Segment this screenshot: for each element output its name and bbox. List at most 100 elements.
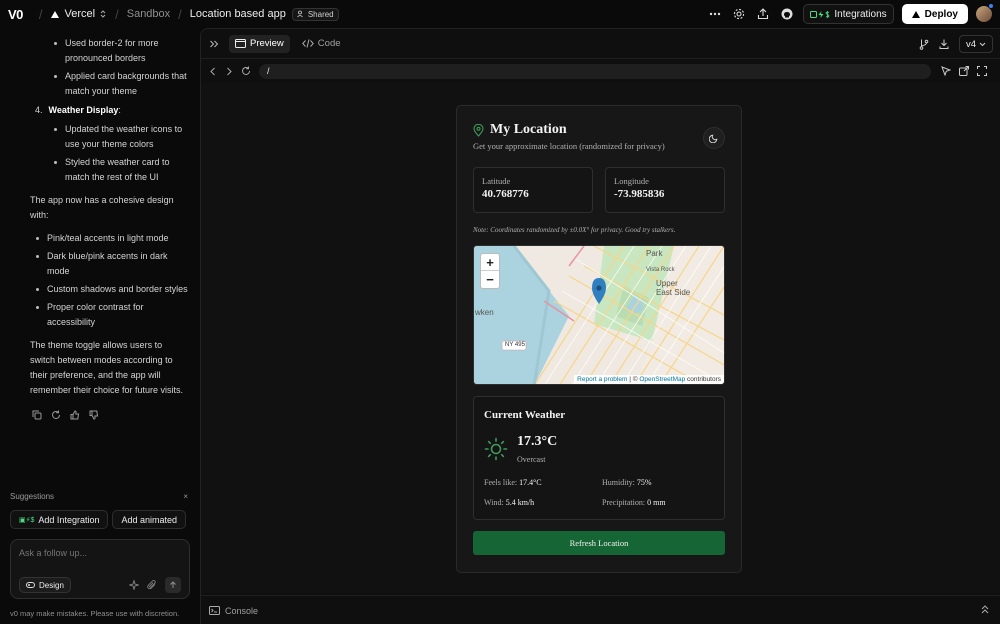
refresh-location-button[interactable]: Refresh Location <box>473 531 725 555</box>
app-subtitle: Get your approximate location (randomize… <box>473 141 665 151</box>
longitude-label: Longitude <box>614 176 649 186</box>
stat-value: 0 mm <box>647 498 666 507</box>
send-button[interactable] <box>165 577 181 593</box>
composer-actions <box>129 577 181 593</box>
suggestions-row: ▣⚡$ Add Integration Add animated <box>10 510 200 529</box>
reload-icon[interactable] <box>241 66 251 76</box>
follow-up-input[interactable] <box>19 548 179 558</box>
download-icon[interactable] <box>939 39 949 49</box>
console-bar[interactable]: Console <box>201 595 1000 624</box>
humidity-stat: Humidity: 75% <box>602 478 652 487</box>
sparkles-icon[interactable] <box>129 580 139 590</box>
preview-toolbar: Preview Code v4 <box>201 29 1000 59</box>
latitude-box: Latitude 40.768776 <box>473 167 593 213</box>
attach-paperclip-icon[interactable] <box>147 580 157 590</box>
privacy-note: Note: Coordinates randomized by ±0.0X° f… <box>473 226 676 234</box>
list-item: Custom shadows and border styles <box>30 282 188 297</box>
message-actions <box>0 406 200 420</box>
fullscreen-icon[interactable] <box>977 66 987 76</box>
team-name: Vercel <box>64 8 96 20</box>
stat-label: Humidity: <box>602 478 635 487</box>
shared-badge[interactable]: Shared <box>291 7 339 21</box>
copy-icon[interactable] <box>32 410 42 420</box>
git-branch-icon[interactable] <box>919 39 929 50</box>
numbered-item: 4. Weather Display: <box>35 103 188 118</box>
map-label-wken: wken <box>475 308 494 317</box>
location-map[interactable]: Park Upper East Side Vista Rock wken NY … <box>473 245 725 385</box>
chat-panel: Used border-2 for more pronounced border… <box>0 28 200 624</box>
team-switcher[interactable]: Vercel <box>50 8 108 20</box>
attribution-contrib: contributors <box>687 376 721 383</box>
select-element-icon[interactable] <box>941 66 951 76</box>
bolt-icon <box>818 10 824 18</box>
close-icon[interactable]: × <box>183 492 188 501</box>
stat-label: Precipitation: <box>602 498 646 507</box>
settings-gear-icon[interactable] <box>731 6 747 22</box>
chat-composer: Design <box>10 539 190 599</box>
more-icon[interactable] <box>707 6 723 22</box>
thumbs-down-icon[interactable] <box>89 410 99 420</box>
thumbs-up-icon[interactable] <box>70 410 80 420</box>
design-mode-button[interactable]: Design <box>19 577 71 593</box>
preview-panel: Preview Code v4 / My Location Get your a… <box>200 28 1000 624</box>
deploy-button[interactable]: Deploy <box>901 4 968 24</box>
zoom-in-button[interactable]: + <box>481 254 499 271</box>
moon-icon <box>709 134 718 143</box>
map-attribution: Report a problem | © OpenStreetMap contr… <box>574 375 724 384</box>
tab-preview[interactable]: Preview <box>229 34 290 53</box>
report-problem-link[interactable]: Report a problem <box>577 376 627 383</box>
suggestion-add-integration[interactable]: ▣⚡$ Add Integration <box>10 510 109 529</box>
design-points-list: Pink/teal accents in light mode Dark blu… <box>30 231 188 330</box>
integrations-label: Integrations <box>834 8 887 20</box>
item-title: Weather Display <box>48 105 119 115</box>
item-suffix: : <box>118 105 121 115</box>
regenerate-icon[interactable] <box>51 410 61 420</box>
map-label-ny495: NY 495 <box>505 342 525 348</box>
share-upload-icon[interactable] <box>755 6 771 22</box>
user-avatar[interactable] <box>976 3 994 22</box>
github-icon[interactable] <box>779 6 795 22</box>
chevrons-up-icon[interactable] <box>981 605 989 614</box>
url-field[interactable]: / <box>259 63 931 79</box>
location-app-card: My Location Get your approximate locatio… <box>456 105 742 573</box>
attribution-sep: | © <box>629 376 638 383</box>
zoom-out-button[interactable]: − <box>481 271 499 288</box>
weather-title: Current Weather <box>484 409 566 421</box>
forward-arrow-icon[interactable] <box>225 67 233 76</box>
breadcrumb-folder[interactable]: Sandbox <box>127 8 170 20</box>
version-selector[interactable]: v4 <box>958 35 993 53</box>
breadcrumb-separator: / <box>38 6 43 22</box>
theme-toggle-button[interactable] <box>703 127 725 149</box>
chat-message: Used border-2 for more pronounced border… <box>0 28 200 398</box>
console-label: Console <box>225 605 259 616</box>
list-item: Updated the weather icons to use your th… <box>30 122 188 152</box>
sun-icon <box>484 437 508 461</box>
osm-link[interactable]: OpenStreetMap <box>639 376 685 383</box>
list-item: Used border-2 for more pronounced border… <box>30 36 188 66</box>
integrations-button[interactable]: Integrations <box>803 4 894 24</box>
collapse-sidebar-icon[interactable] <box>209 39 219 49</box>
back-arrow-icon[interactable] <box>209 67 217 76</box>
stat-value: 17.4°C <box>519 478 542 487</box>
map-tiles <box>474 246 724 384</box>
list-item: Pink/teal accents in light mode <box>30 231 188 246</box>
list-item: Applied card backgrounds that match your… <box>30 69 188 99</box>
stat-value: 75% <box>636 478 652 487</box>
breadcrumb-separator: / <box>178 6 182 22</box>
bullet-list-weather: Updated the weather icons to use your th… <box>30 122 188 185</box>
stat-label: Wind: <box>484 498 504 507</box>
app-title: My Location <box>473 122 567 138</box>
latitude-label: Latitude <box>482 176 511 186</box>
version-label: v4 <box>965 38 976 50</box>
chat-paragraph: The theme toggle allows users to switch … <box>30 340 184 395</box>
breadcrumb-project[interactable]: Location based app <box>190 8 286 20</box>
notification-dot <box>988 3 994 9</box>
tab-label: Code <box>317 38 341 49</box>
v0-logo[interactable]: V0 <box>8 7 23 22</box>
toggle-icon <box>26 582 35 588</box>
suggestion-add-animated[interactable]: Add animated <box>112 510 187 529</box>
open-new-window-icon[interactable] <box>959 66 969 76</box>
breadcrumb-separator: / <box>115 6 119 22</box>
chevron-down-icon <box>979 42 986 46</box>
tab-code[interactable]: Code <box>296 35 347 53</box>
